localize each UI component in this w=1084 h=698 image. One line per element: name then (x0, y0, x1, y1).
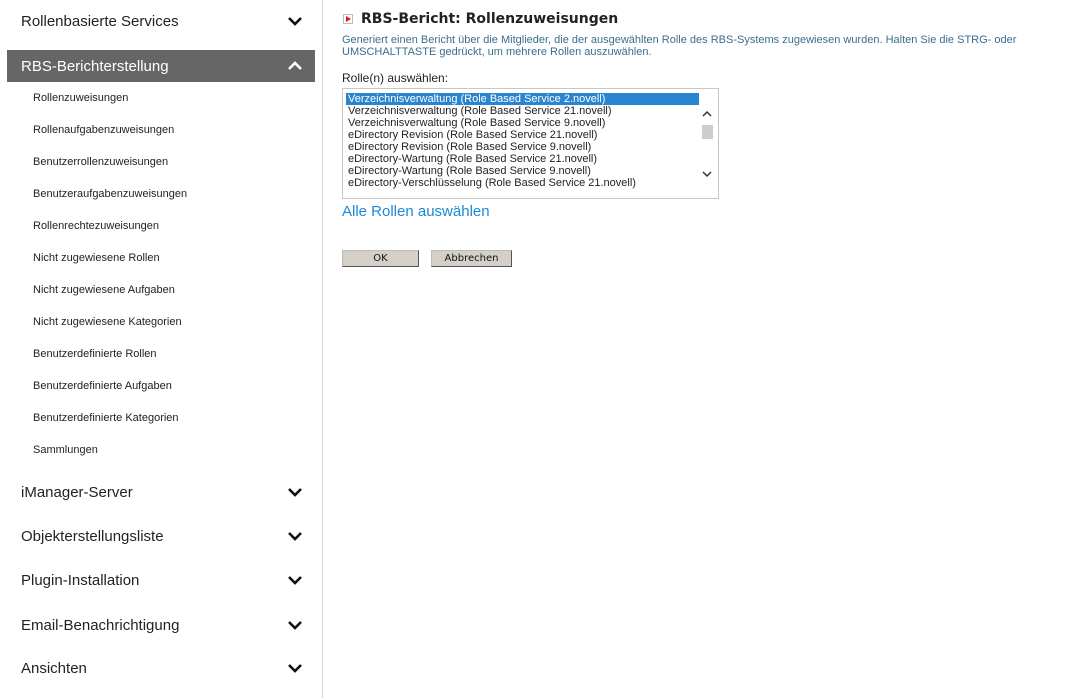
section-ansichten[interactable]: Ansichten (7, 652, 315, 684)
page-header: RBS-Bericht: Rollenzuweisungen (343, 11, 618, 27)
section-label: RBS-Berichterstellung (21, 57, 169, 75)
role-option[interactable]: eDirectory Revision (Role Based Service … (346, 129, 699, 141)
sidebar-item-benutzerdefinierte-aufgaben[interactable]: Benutzerdefinierte Aufgaben (33, 378, 172, 394)
section-label: iManager-Server (21, 483, 133, 501)
sidebar-item-rollenaufgabenzuweisungen[interactable]: Rollenaufgabenzuweisungen (33, 122, 174, 138)
sidebar-item-nicht-zugewiesene-kategorien[interactable]: Nicht zugewiesene Kategorien (33, 314, 182, 330)
section-plugin-installation[interactable]: Plugin-Installation (7, 564, 315, 596)
role-listbox[interactable]: Verzeichnisverwaltung (Role Based Servic… (342, 88, 719, 199)
section-label: Rollenbasierte Services (21, 12, 179, 30)
select-all-roles-link[interactable]: Alle Rollen auswählen (342, 203, 490, 220)
section-objekterstellungsliste[interactable]: Objekterstellungsliste (7, 520, 315, 552)
chevron-down-icon (288, 17, 302, 26)
section-label: Objekterstellungsliste (21, 527, 164, 545)
page-description: Generiert einen Bericht über die Mitglie… (342, 34, 1017, 58)
report-icon (343, 14, 353, 24)
chevron-down-icon (288, 532, 302, 541)
sidebar-item-nicht-zugewiesene-aufgaben[interactable]: Nicht zugewiesene Aufgaben (33, 282, 175, 298)
sidebar-item-benutzerdefinierte-rollen[interactable]: Benutzerdefinierte Rollen (33, 346, 157, 362)
role-option[interactable]: Verzeichnisverwaltung (Role Based Servic… (346, 93, 699, 105)
chevron-down-icon (288, 621, 302, 630)
page-title: RBS-Bericht: Rollenzuweisungen (361, 11, 619, 27)
section-label: Plugin-Installation (21, 571, 140, 589)
role-option[interactable]: Verzeichnisverwaltung (Role Based Servic… (346, 105, 699, 117)
role-option[interactable]: eDirectory-Verschlüsselung (Role Based S… (346, 177, 699, 189)
section-label: Email-Benachrichtigung (21, 616, 180, 634)
section-rollenbasierte-services[interactable]: Rollenbasierte Services (7, 5, 315, 37)
sidebar-item-rollenrechtezuweisungen[interactable]: Rollenrechtezuweisungen (33, 218, 159, 234)
section-email-benachrichtigung[interactable]: Email-Benachrichtigung (7, 609, 315, 641)
role-option[interactable]: eDirectory Revision (Role Based Service … (346, 141, 699, 153)
scroll-down-icon[interactable] (701, 169, 713, 179)
role-option[interactable]: eDirectory-Wartung (Role Based Service 9… (346, 165, 699, 177)
sidebar-item-benutzeraufgabenzuweisungen[interactable]: Benutzeraufgabenzuweisungen (33, 186, 187, 202)
sidebar-item-sammlungen[interactable]: Sammlungen (33, 442, 98, 458)
sidebar-item-nicht-zugewiesene-rollen[interactable]: Nicht zugewiesene Rollen (33, 250, 160, 266)
sidebar: Rollenbasierte Services RBS-Berichterste… (0, 0, 323, 698)
chevron-down-icon (288, 488, 302, 497)
section-imanager-server[interactable]: iManager-Server (7, 476, 315, 508)
scrollbar-thumb[interactable] (702, 125, 713, 139)
main-content: RBS-Bericht: Rollenzuweisungen Generiert… (323, 0, 1084, 698)
chevron-down-icon (288, 664, 302, 673)
scroll-up-icon[interactable] (701, 109, 713, 119)
section-label: Ansichten (21, 659, 87, 677)
sidebar-item-rollenzuweisungen[interactable]: Rollenzuweisungen (33, 90, 128, 106)
role-option[interactable]: eDirectory-Wartung (Role Based Service 2… (346, 153, 699, 165)
section-rbs-berichterstellung[interactable]: RBS-Berichterstellung (7, 50, 315, 82)
role-option[interactable]: Verzeichnisverwaltung (Role Based Servic… (346, 117, 699, 129)
ok-button[interactable]: OK (342, 250, 419, 267)
cancel-button[interactable]: Abbrechen (431, 250, 512, 267)
sidebar-item-benutzerrollenzuweisungen[interactable]: Benutzerrollenzuweisungen (33, 154, 168, 170)
sidebar-item-benutzerdefinierte-kategorien[interactable]: Benutzerdefinierte Kategorien (33, 410, 179, 426)
chevron-up-icon (288, 61, 302, 70)
role-select-label: Rolle(n) auswählen: (342, 71, 449, 85)
chevron-down-icon (288, 576, 302, 585)
